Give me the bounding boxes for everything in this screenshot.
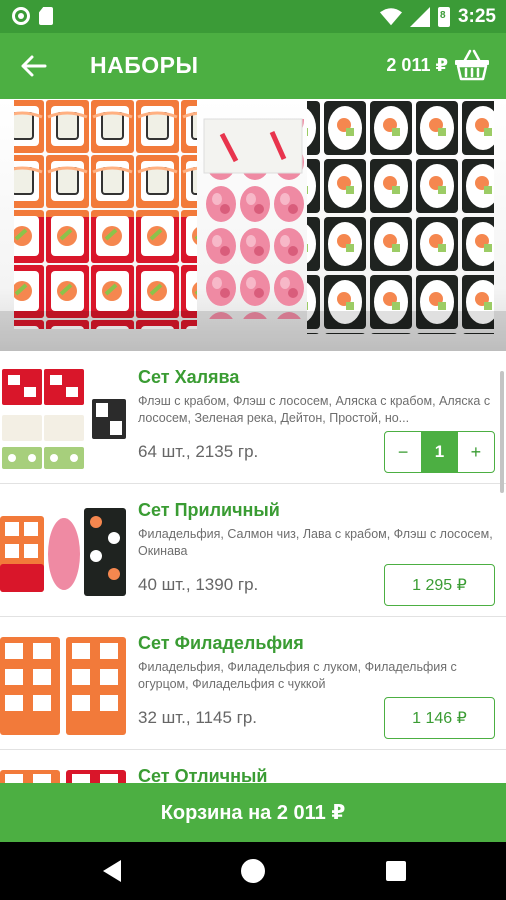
- battery-icon: 8: [437, 7, 450, 27]
- nav-recents-icon[interactable]: [386, 861, 406, 881]
- cart-button[interactable]: Корзина на 2 011 ₽: [0, 783, 506, 842]
- clock: 3:25: [457, 6, 496, 27]
- product-description: Филадельфия, Филадельфия с луком, Филаде…: [138, 660, 457, 691]
- battery-level: 8: [439, 10, 446, 21]
- basket-icon[interactable]: [454, 48, 490, 82]
- product-description: Филадельфия, Салмон чиз, Лава с крабом, …: [138, 527, 493, 558]
- page-title: НАБОРЫ: [90, 52, 199, 78]
- product-name: Сет Отличный: [138, 766, 268, 783]
- app-bar: НАБОРЫ 2 011 ₽: [0, 33, 506, 99]
- list-item[interactable]: Сет Отличный: [0, 750, 506, 783]
- product-meta: 40 шт., 1390 гр.: [138, 575, 259, 594]
- product-meta: 32 шт., 1145 гр.: [138, 708, 257, 727]
- product-name: Сет Приличный: [138, 500, 280, 520]
- product-list: Сет Халява Флэш с крабом, Флэш с лососем…: [0, 351, 506, 783]
- cart-total[interactable]: 2 011 ₽: [386, 55, 448, 76]
- quantity-stepper: − 1 +: [384, 431, 495, 473]
- add-to-cart-button[interactable]: 1 146 ₽: [384, 697, 495, 739]
- list-item[interactable]: Сет Филадельфия Филадельфия, Филадельфия…: [0, 617, 506, 750]
- product-name: Сет Халява: [138, 367, 240, 387]
- quantity-value: 1: [421, 432, 458, 472]
- product-description: Флэш с крабом, Флэш с лососем, Аляска с …: [138, 394, 491, 425]
- add-to-cart-button[interactable]: 1 295 ₽: [384, 564, 495, 606]
- sushi-set-picture: [0, 99, 506, 351]
- product-thumbnail: [0, 764, 128, 783]
- increase-button[interactable]: +: [458, 432, 494, 472]
- signal-icon: [409, 7, 430, 27]
- app-screen: 8 3:25 НАБОРЫ 2 011 ₽ Сет Халява Флэш с …: [0, 0, 506, 900]
- product-thumbnail: [0, 498, 128, 604]
- product-name: Сет Филадельфия: [138, 633, 304, 653]
- list-item[interactable]: Сет Халява Флэш с крабом, Флэш с лососем…: [0, 351, 506, 493]
- status-bar: 8 3:25: [0, 0, 506, 33]
- hero-sushi-image: [0, 99, 506, 351]
- notification-dot-icon: [12, 7, 30, 25]
- product-meta: 64 шт., 2135 гр.: [138, 442, 259, 461]
- product-thumbnail: [0, 365, 128, 471]
- nav-back-icon[interactable]: [101, 859, 123, 883]
- wifi-icon: [379, 8, 402, 26]
- sd-card-icon: [39, 7, 53, 25]
- system-nav-bar: [0, 842, 506, 900]
- arrow-left-icon[interactable]: [18, 52, 48, 80]
- list-item[interactable]: Сет Приличный Филадельфия, Салмон чиз, Л…: [0, 484, 506, 617]
- scrollbar[interactable]: [500, 371, 504, 493]
- product-thumbnail: [0, 631, 128, 737]
- nav-home-icon[interactable]: [241, 859, 265, 883]
- decrease-button[interactable]: −: [385, 432, 421, 472]
